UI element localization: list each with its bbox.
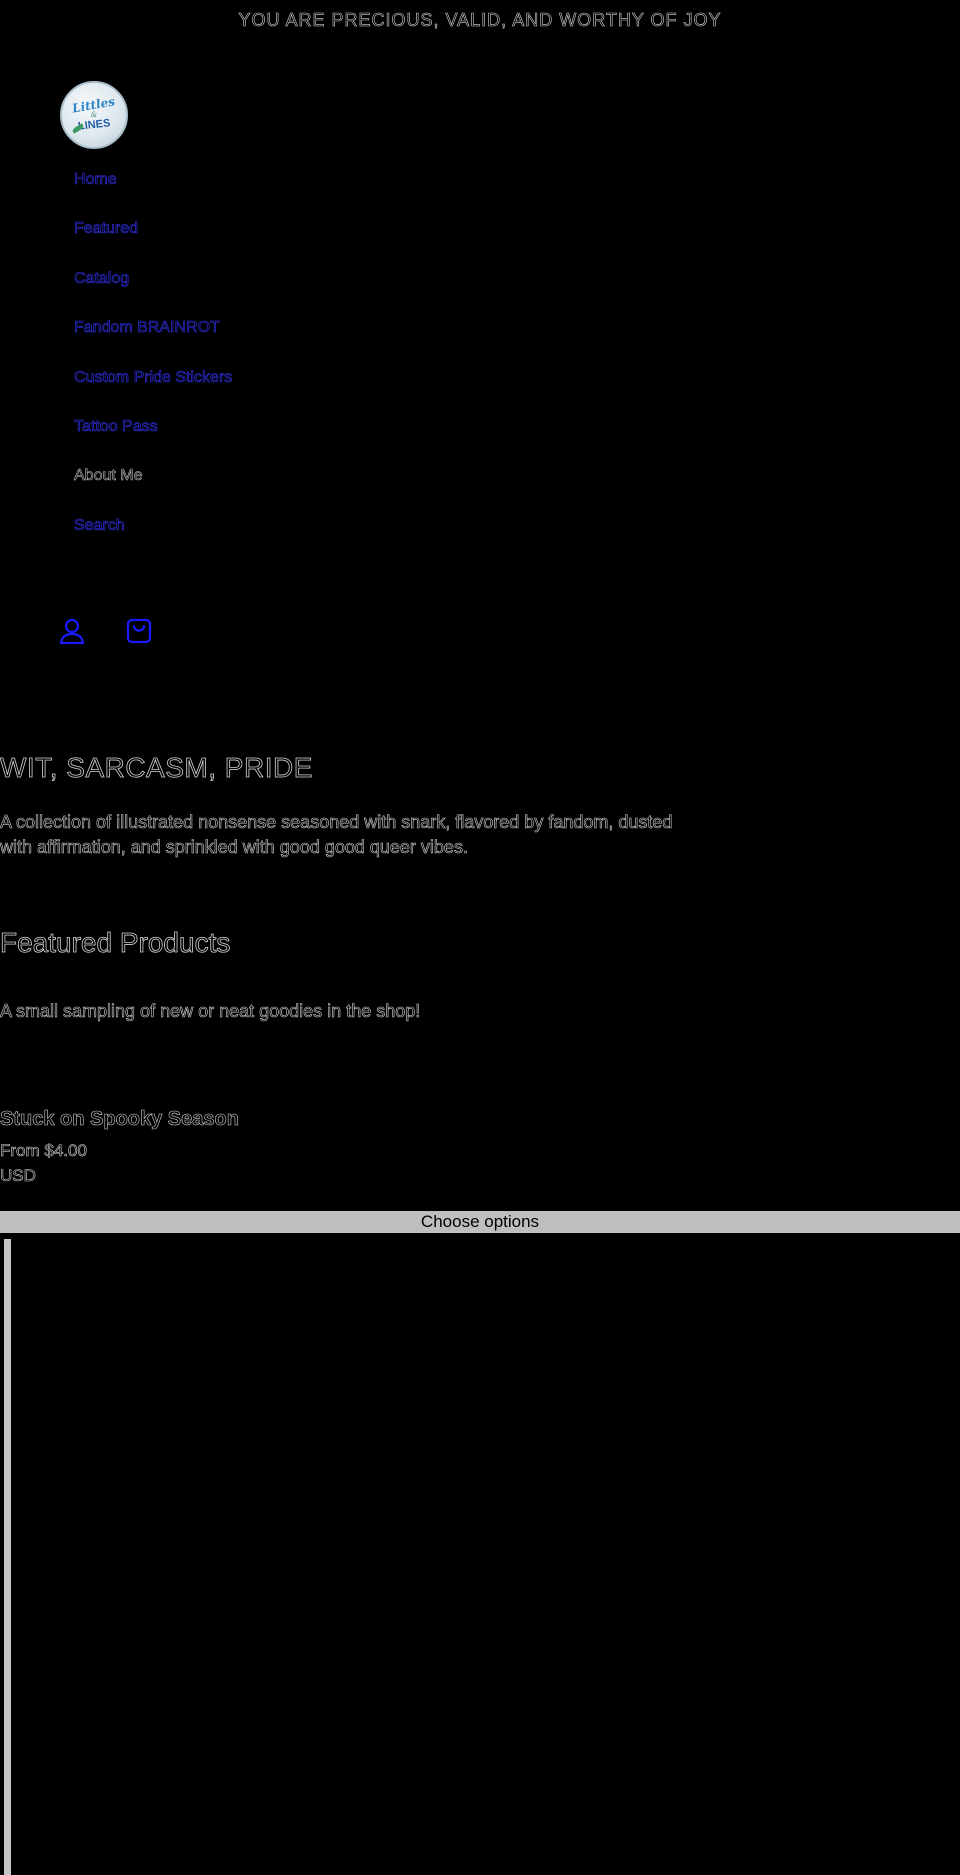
logo-line-1: Littles [71,94,117,116]
featured-title: Featured Products [0,927,231,959]
shopping-bag-icon [126,617,152,650]
nav-link-tattoo-pass[interactable]: Tattoo Pass [74,417,158,437]
announcement-bar: YOU ARE PRECIOUS, VALID, AND WORTHY OF J… [238,10,722,31]
main-navigation: Home Featured Catalog Fandom BRAINROT Cu… [74,170,233,565]
product-name[interactable]: Stuck on Spooky Season [0,1107,239,1131]
hero-title: WIT, SARCASM, PRIDE [0,752,313,784]
nav-link-home[interactable]: Home [74,170,117,190]
cart-button[interactable] [124,618,154,648]
nav-item-search: Search [74,516,232,565]
nav-link-about-me[interactable]: About Me [74,466,143,486]
nav-item-home: Home [74,170,232,219]
nav-link-custom-pride-stickers[interactable]: Custom Pride Stickers [74,368,233,388]
product-price: From $4.00 [0,1141,87,1161]
nav-item-featured: Featured [74,219,232,268]
choose-options-button[interactable]: Choose options [0,1211,960,1233]
featured-subtitle: A small sampling of new or neat goodies … [0,1001,421,1022]
nav-item-catalog: Catalog [74,269,232,318]
nav-item-fandom-brainrot: Fandom BRAINROT [74,318,232,367]
store-logo[interactable]: Littles & LINES [60,81,128,149]
nav-link-fandom-brainrot[interactable]: Fandom BRAINROT [74,318,220,338]
nav-link-search[interactable]: Search [74,516,125,536]
hero-description: A collection of illustrated nonsense sea… [0,812,673,858]
nav-item-about-me: About Me [74,466,232,515]
account-button[interactable] [57,618,87,648]
user-icon [59,617,85,650]
nav-link-featured[interactable]: Featured [74,219,139,239]
nav-link-catalog[interactable]: Catalog [74,269,130,289]
product-image[interactable] [4,1239,954,1875]
nav-item-tattoo-pass: Tattoo Pass [74,417,232,466]
nav-item-custom-pride-stickers: Custom Pride Stickers [74,368,233,417]
product-currency: USD [0,1166,36,1186]
